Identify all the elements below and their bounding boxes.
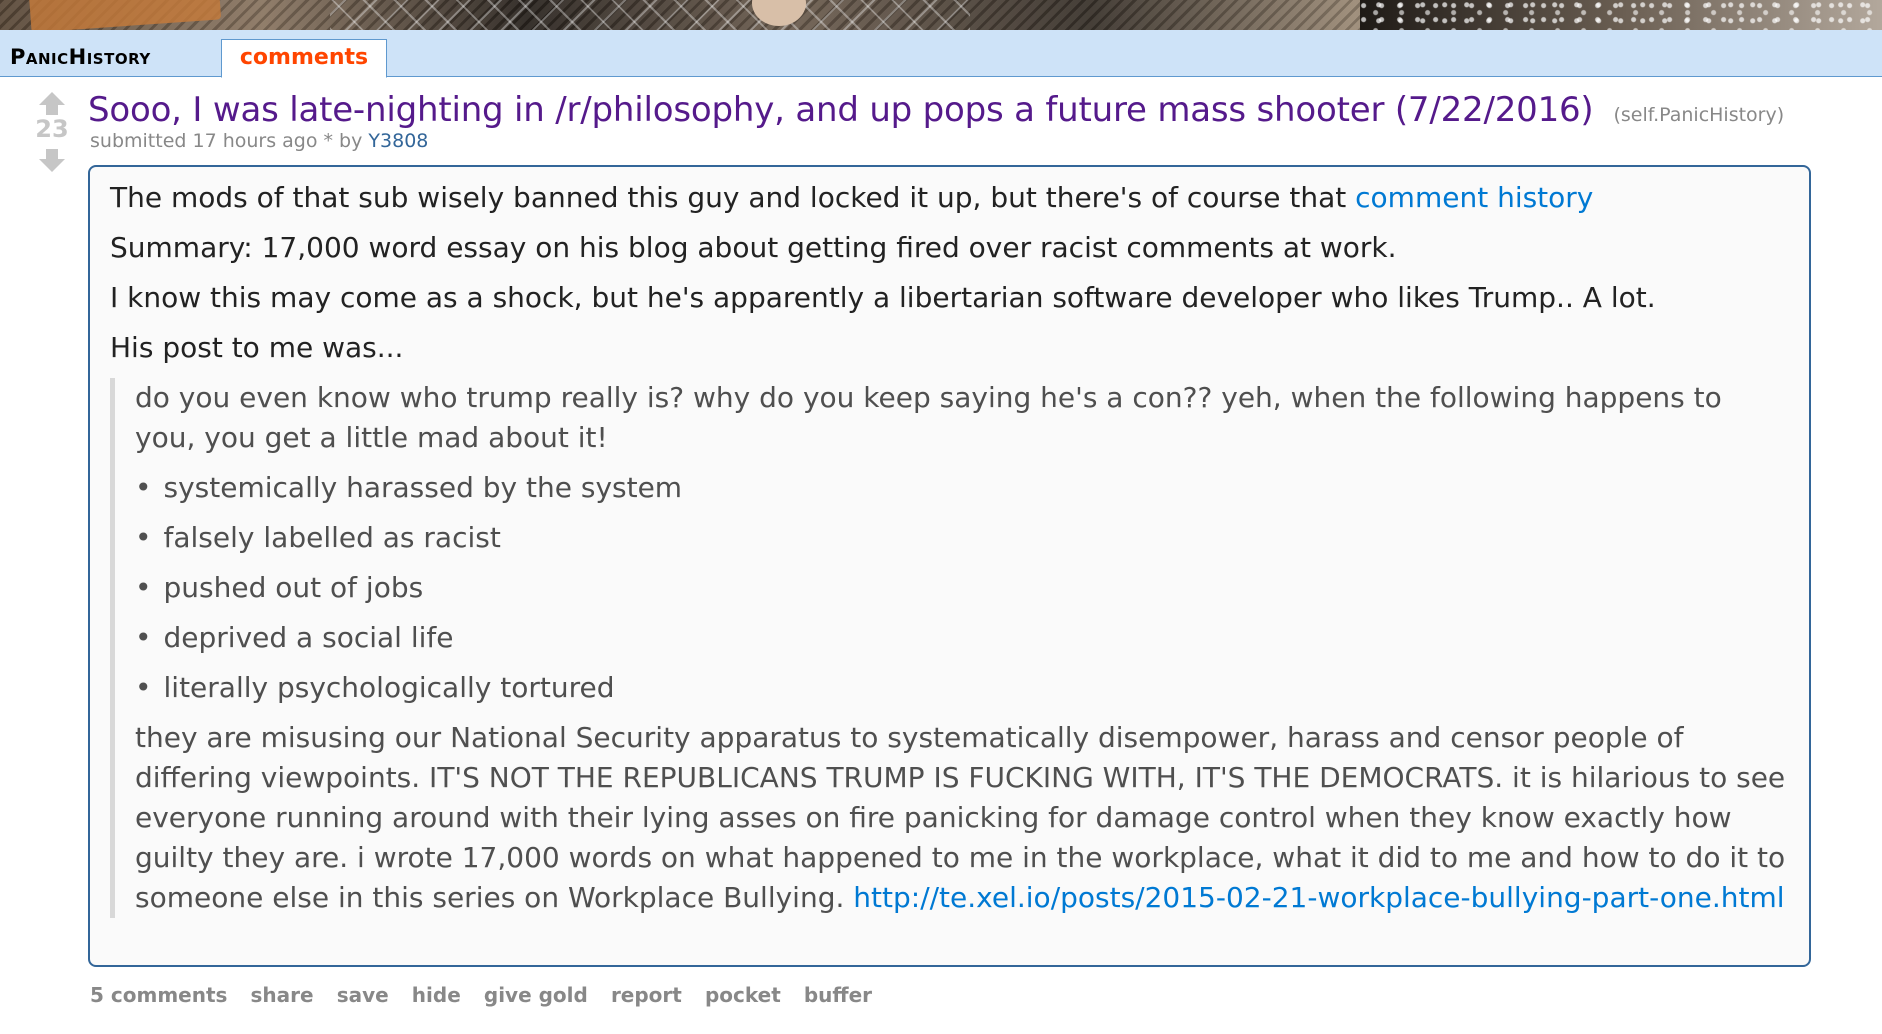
blockquote: do you even know who trump really is? wh… — [110, 378, 1789, 918]
selftext-paragraph: Summary: 17,000 word essay on his blog a… — [110, 231, 1397, 264]
downvote-arrow-icon[interactable] — [39, 149, 65, 172]
list-item: • systemically harassed by the system — [135, 468, 1789, 508]
selftext-paragraph: I know this may come as a shock, but he'… — [110, 281, 1656, 314]
quote-intro: do you even know who trump really is? wh… — [135, 381, 1722, 454]
post-selftext: The mods of that sub wisely banned this … — [88, 165, 1811, 967]
quote-outro: they are misusing our National Security … — [135, 718, 1789, 918]
bullet-icon: • — [135, 571, 152, 604]
hide-button[interactable]: hide — [412, 983, 461, 1007]
tagline-text: submitted 17 hours ago * by — [90, 130, 369, 152]
share-button[interactable]: share — [251, 983, 314, 1007]
post-title-line: Sooo, I was late-nighting in /r/philosop… — [88, 90, 1784, 130]
banner-gravel — [1360, 0, 1882, 30]
buffer-button[interactable]: buffer — [804, 983, 872, 1007]
vote-column: 23 — [30, 92, 74, 172]
bullet-icon: • — [135, 471, 152, 504]
list-item: • pushed out of jobs — [135, 568, 1789, 608]
bullet-icon: • — [135, 671, 152, 704]
post-action-buttons: 5 comments share save hide give gold rep… — [90, 983, 890, 1007]
list-item-text: deprived a social life — [163, 621, 454, 654]
banner-fence — [330, 0, 970, 30]
post-score: 23 — [35, 115, 69, 143]
banner-sign — [28, 0, 222, 30]
report-button[interactable]: report — [611, 983, 682, 1007]
list-item-text: pushed out of jobs — [163, 571, 424, 604]
list-item: • falsely labelled as racist — [135, 518, 1789, 558]
selftext-text: The mods of that sub wisely banned this … — [110, 181, 1356, 214]
tab-comments[interactable]: comments — [221, 39, 387, 78]
post-title-link[interactable]: Sooo, I was late-nighting in /r/philosop… — [88, 90, 1594, 130]
pocket-button[interactable]: pocket — [705, 983, 781, 1007]
header-banner-image — [0, 0, 1882, 30]
list-item-text: literally psychologically tortured — [163, 671, 615, 704]
list-item-text: falsely labelled as racist — [163, 521, 501, 554]
upvote-arrow-icon[interactable] — [39, 92, 65, 115]
bullet-icon: • — [135, 621, 152, 654]
post-tagline: submitted 17 hours ago * by Y3808 — [90, 130, 428, 152]
list-item: • literally psychologically tortured — [135, 668, 1789, 708]
author-link[interactable]: Y3808 — [368, 130, 428, 152]
subreddit-name-link[interactable]: PanicHistory — [10, 45, 151, 69]
give-gold-button[interactable]: give gold — [484, 983, 588, 1007]
selftext-paragraph: The mods of that sub wisely banned this … — [110, 178, 1789, 218]
list-item: • deprived a social life — [135, 618, 1789, 658]
save-button[interactable]: save — [337, 983, 389, 1007]
list-item-text: systemically harassed by the system — [163, 471, 683, 504]
post-domain[interactable]: (self.PanicHistory) — [1614, 104, 1785, 126]
quote-list: • systemically harassed by the system • fa… — [135, 468, 1789, 708]
comment-history-link[interactable]: comment history — [1355, 181, 1593, 214]
selftext-paragraph: His post to me was... — [110, 331, 404, 364]
comments-count-button[interactable]: 5 comments — [90, 983, 227, 1007]
blog-post-link[interactable]: http://te.xel.io/posts/2015-02-21-workpl… — [853, 881, 1784, 914]
bullet-icon: • — [135, 521, 152, 554]
